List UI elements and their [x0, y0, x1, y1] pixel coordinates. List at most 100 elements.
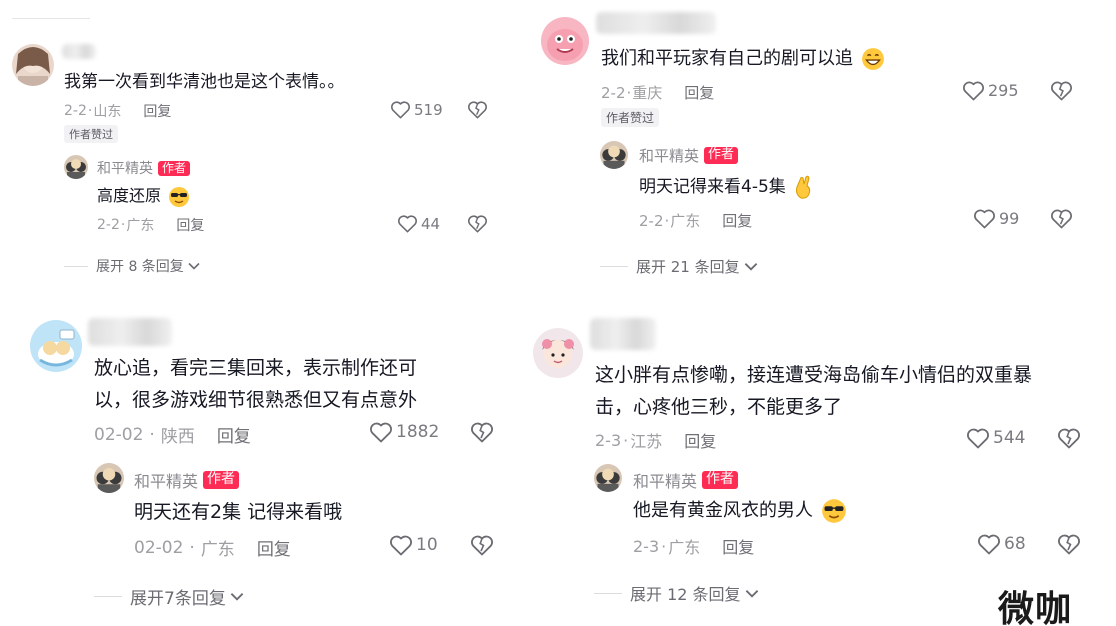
- author-badge: 作者: [203, 471, 240, 489]
- dislike-button[interactable]: [1057, 533, 1081, 555]
- user-avatar[interactable]: [30, 320, 82, 372]
- user-avatar[interactable]: [541, 17, 589, 65]
- heart-outline-icon: [963, 81, 984, 101]
- comment-date: 2-2: [64, 103, 87, 119]
- heart-outline-icon: [370, 422, 392, 443]
- like-button[interactable]: 295: [962, 80, 1019, 101]
- reply-author-name: 和平精英: [633, 472, 698, 491]
- broken-heart-icon: [468, 215, 487, 233]
- reply-location: 广东: [126, 218, 155, 234]
- like-button[interactable]: 544: [966, 427, 1025, 449]
- comment-location: 江苏: [630, 432, 663, 451]
- chevron-down-icon: [230, 593, 244, 601]
- comment-location: 山东: [93, 104, 122, 120]
- author-avatar[interactable]: [600, 141, 628, 169]
- like-button[interactable]: 44: [397, 214, 440, 233]
- like-button[interactable]: 1882: [369, 421, 439, 443]
- user-avatar[interactable]: [12, 44, 54, 86]
- meta-separator: ·: [149, 424, 155, 445]
- expand-replies-label: 展开 8 条回复: [96, 259, 184, 275]
- reply-location: 广东: [670, 212, 701, 230]
- heart-outline-icon: [398, 215, 417, 233]
- cool-emoji-icon: [169, 186, 190, 207]
- dislike-button[interactable]: [1050, 80, 1073, 101]
- reply-button[interactable]: 回复: [257, 535, 291, 560]
- reply-author: 和平精英 作者: [633, 468, 739, 492]
- like-button[interactable]: 10: [389, 534, 438, 556]
- like-button[interactable]: 99: [973, 208, 1019, 229]
- reply-text: 明天记得来看4-5集: [639, 174, 813, 200]
- user-avatar[interactable]: [533, 328, 583, 378]
- username-blurred: [62, 44, 96, 59]
- reply-button[interactable]: 回复: [217, 422, 251, 447]
- comment-text: 放心追，看完三集回来，表示制作还可 以，很多游戏细节很熟悉但又有点意外: [94, 357, 418, 411]
- broken-heart-icon: [471, 535, 493, 556]
- heart-outline-icon: [391, 101, 410, 119]
- heart-outline-icon: [974, 209, 995, 229]
- comment-date: 2-3: [595, 430, 622, 450]
- reply-location: 广东: [668, 538, 701, 557]
- chevron-down-icon: [188, 262, 200, 270]
- dislike-button[interactable]: [470, 421, 494, 443]
- meta-separator: ·: [626, 83, 632, 102]
- expand-replies-button[interactable]: 展开 21 条回复: [600, 256, 758, 277]
- reply-author: 和平精英 作者: [639, 145, 739, 166]
- like-count: 295: [988, 81, 1019, 100]
- comment-date: 2-2: [601, 83, 626, 102]
- chevron-down-icon: [745, 589, 758, 598]
- comment-location: 陕西: [160, 427, 195, 447]
- watermark-logo: 微咖: [987, 580, 1072, 626]
- reply-date: 2-3: [633, 536, 660, 556]
- expand-replies-button[interactable]: 展开7条回复: [94, 584, 244, 609]
- dislike-button[interactable]: [467, 214, 488, 233]
- expand-replies-button[interactable]: 展开 8 条回复: [64, 256, 200, 276]
- comment-text: 这小胖有点惨嘞，接连遭受海岛偷车小情侣的双重暴 击，心疼他三秒，不能更多了: [595, 364, 1033, 418]
- like-count: 44: [421, 214, 441, 233]
- author-avatar[interactable]: [594, 464, 622, 492]
- author-avatar[interactable]: [64, 155, 88, 179]
- fingers-crossed-icon: [796, 175, 811, 199]
- author-avatar[interactable]: [94, 463, 124, 493]
- like-button[interactable]: 519: [390, 100, 443, 119]
- reply-button[interactable]: 回复: [684, 82, 714, 103]
- meta-separator: ·: [661, 536, 667, 556]
- reply-button[interactable]: 回复: [684, 428, 716, 452]
- reply-date: 2-2: [639, 211, 664, 230]
- like-count: 519: [414, 100, 443, 119]
- comment-meta: 02-02 · 陕西 回复: [94, 422, 251, 448]
- author-liked-tag: 作者赞过: [601, 108, 660, 127]
- heart-outline-icon: [967, 428, 989, 449]
- reply-meta: 02-02 · 广东 回复: [134, 535, 291, 561]
- like-count: 544: [993, 428, 1026, 448]
- dislike-button[interactable]: [1050, 208, 1073, 229]
- author-badge: 作者: [158, 160, 191, 176]
- meta-separator: ·: [664, 211, 670, 230]
- expand-replies-label: 展开 21 条回复: [636, 258, 740, 276]
- broken-heart-icon: [1051, 209, 1072, 229]
- expand-replies-button[interactable]: 展开 12 条回复: [594, 581, 759, 605]
- broken-heart-icon: [468, 101, 487, 119]
- dislike-button[interactable]: [467, 100, 488, 119]
- reply-text: 高度还原: [97, 184, 190, 208]
- reply-button[interactable]: 回复: [176, 215, 204, 235]
- reply-button[interactable]: 回复: [722, 534, 754, 558]
- like-count: 1882: [396, 422, 440, 442]
- dislike-button[interactable]: [1057, 427, 1081, 449]
- comment-meta: 2-2 · 山东 回复: [64, 101, 171, 121]
- reply-text: 明天还有2集 记得来看哦: [134, 501, 343, 523]
- meta-separator: ·: [120, 217, 126, 233]
- like-button[interactable]: 68: [977, 533, 1026, 555]
- broken-heart-icon: [1058, 428, 1080, 449]
- meta-separator: ·: [87, 103, 93, 119]
- author-badge: 作者: [702, 471, 739, 489]
- reply-location: 广东: [200, 540, 235, 560]
- chevron-down-icon: [744, 263, 757, 271]
- dislike-button[interactable]: [470, 534, 494, 556]
- reply-author: 和平精英 作者: [97, 158, 191, 178]
- broken-heart-icon: [1051, 81, 1072, 101]
- username-blurred: [88, 318, 172, 346]
- reply-button[interactable]: 回复: [143, 101, 171, 121]
- reply-button[interactable]: 回复: [722, 210, 752, 231]
- reply-author-name: 和平精英: [639, 147, 700, 165]
- comment-text: 我第一次看到华清池也是这个表情。。: [64, 72, 345, 92]
